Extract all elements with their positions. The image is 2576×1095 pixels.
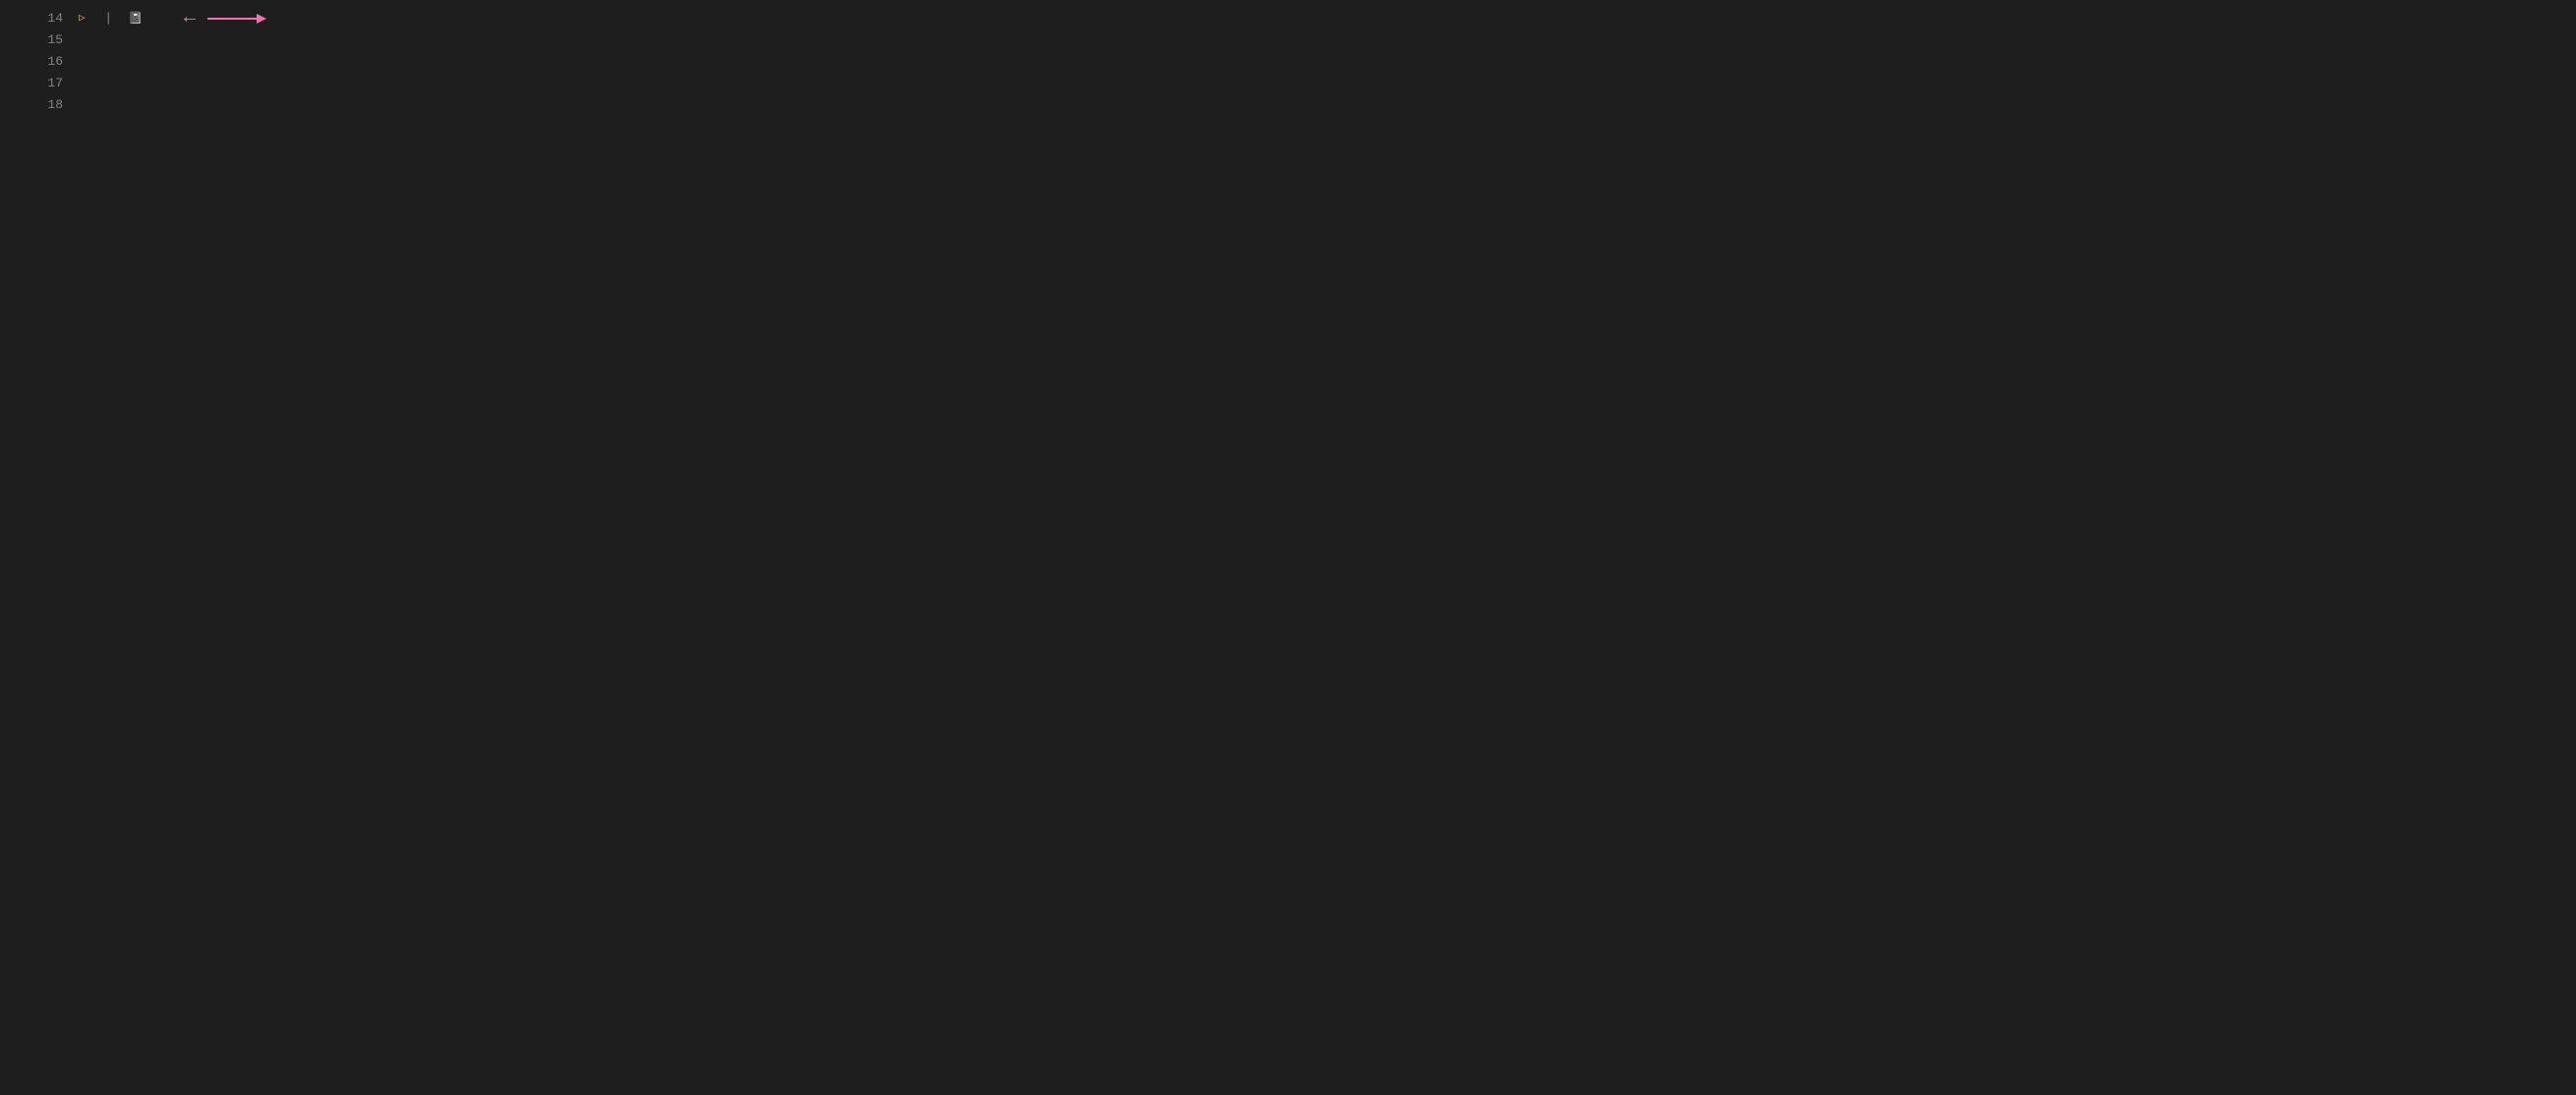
run-block-button[interactable]: ▷ xyxy=(79,8,89,29)
line-17: 17 xyxy=(0,73,79,94)
arrow1-svg xyxy=(207,9,266,29)
open-notebook-button[interactable]: 📓 xyxy=(128,8,146,29)
separator: | xyxy=(97,8,120,29)
run-block-bar: ▷ | 📓 ← xyxy=(79,8,2576,29)
line-14: 14 xyxy=(0,8,79,29)
arrow1-annotation: ← xyxy=(184,8,196,29)
code-lines: ▷ | 📓 ← xyxy=(79,0,2576,51)
line-numbers: 14 15 16 17 18 xyxy=(0,0,79,116)
code-line-15 xyxy=(79,29,2576,51)
line-15: 15 xyxy=(0,29,79,51)
line-18: 18 xyxy=(0,94,79,116)
play-icon: ▷ xyxy=(79,8,86,29)
top-editor: 14 15 16 17 18 ▷ | 📓 ← xyxy=(0,0,2576,256)
notebook-icon: 📓 xyxy=(128,8,143,29)
line-16: 16 xyxy=(0,51,79,73)
